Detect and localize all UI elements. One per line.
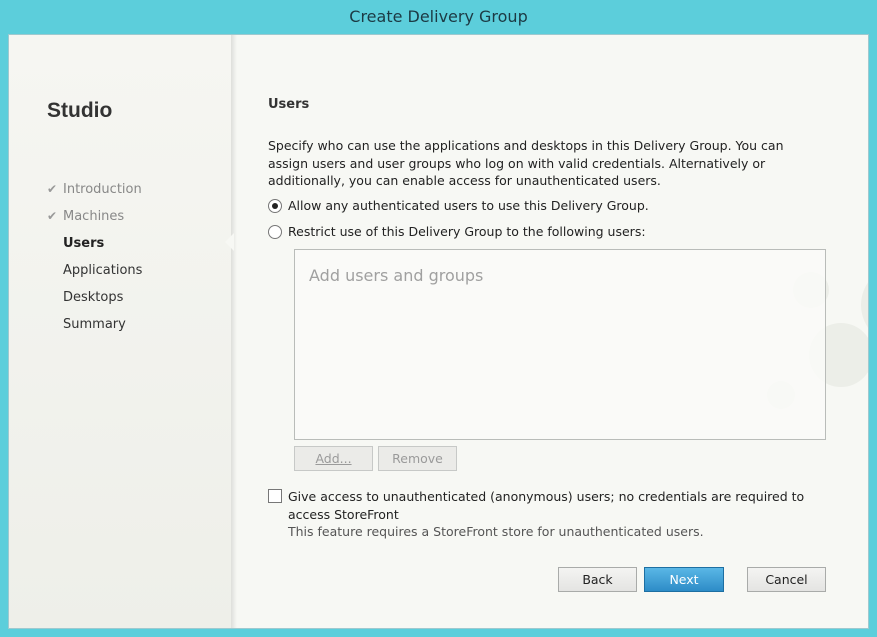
- radio-selected-dot: [272, 202, 278, 209]
- step-users[interactable]: Users: [47, 235, 142, 262]
- check-icon: ✔: [47, 209, 58, 223]
- next-button[interactable]: Next: [644, 567, 724, 592]
- step-label: Introduction: [63, 182, 142, 197]
- add-button-label: Add...: [315, 451, 352, 466]
- wizard-sidebar: Studio ✔ Introduction ✔ Machines Users A…: [9, 35, 237, 628]
- wizard-content: Users Specify who can use the applicatio…: [231, 35, 868, 628]
- studio-brand: Studio: [47, 99, 113, 122]
- step-label: Users: [63, 236, 105, 251]
- back-button-label: Back: [582, 572, 613, 587]
- step-label: Desktops: [63, 290, 124, 305]
- allow-authenticated-label: Allow any authenticated users to use thi…: [288, 198, 649, 213]
- next-button-label: Next: [669, 572, 699, 587]
- step-label: Summary: [63, 317, 126, 332]
- step-label: Machines: [63, 209, 125, 224]
- page-title: Users: [268, 97, 310, 112]
- users-list-box[interactable]: [294, 249, 826, 440]
- radio-button[interactable]: [268, 198, 282, 213]
- wizard-steps: ✔ Introduction ✔ Machines Users Applicat…: [47, 181, 142, 343]
- add-button[interactable]: Add...: [294, 446, 373, 471]
- step-label: Applications: [63, 263, 143, 278]
- step-applications[interactable]: Applications: [47, 262, 142, 289]
- page-description: Specify who can use the applications and…: [268, 138, 784, 188]
- anonymous-access-checkbox[interactable]: Give access to unauthenticated (anonymou…: [268, 488, 828, 523]
- window-titlebar: Create Delivery Group: [0, 0, 877, 34]
- step-machines[interactable]: ✔ Machines: [47, 208, 142, 235]
- window-title: Create Delivery Group: [349, 7, 528, 26]
- cancel-button[interactable]: Cancel: [747, 567, 826, 592]
- add-users-input[interactable]: [295, 250, 825, 301]
- anonymous-access-note: This feature requires a StoreFront store…: [288, 524, 704, 539]
- allow-authenticated-radio[interactable]: Allow any authenticated users to use thi…: [268, 198, 649, 213]
- anonymous-access-label: Give access to unauthenticated (anonymou…: [288, 489, 805, 522]
- step-summary[interactable]: Summary: [47, 316, 142, 343]
- remove-button-label: Remove: [392, 451, 443, 466]
- wizard-window: Studio ✔ Introduction ✔ Machines Users A…: [8, 34, 869, 629]
- check-icon: ✔: [47, 182, 58, 196]
- back-button[interactable]: Back: [558, 567, 637, 592]
- checkbox-box[interactable]: [268, 489, 282, 503]
- step-desktops[interactable]: Desktops: [47, 289, 142, 316]
- remove-button[interactable]: Remove: [378, 446, 457, 471]
- cancel-button-label: Cancel: [765, 572, 808, 587]
- restrict-users-radio[interactable]: Restrict use of this Delivery Group to t…: [268, 224, 646, 239]
- step-introduction[interactable]: ✔ Introduction: [47, 181, 142, 208]
- radio-button[interactable]: [268, 224, 282, 239]
- restrict-users-label: Restrict use of this Delivery Group to t…: [288, 224, 646, 239]
